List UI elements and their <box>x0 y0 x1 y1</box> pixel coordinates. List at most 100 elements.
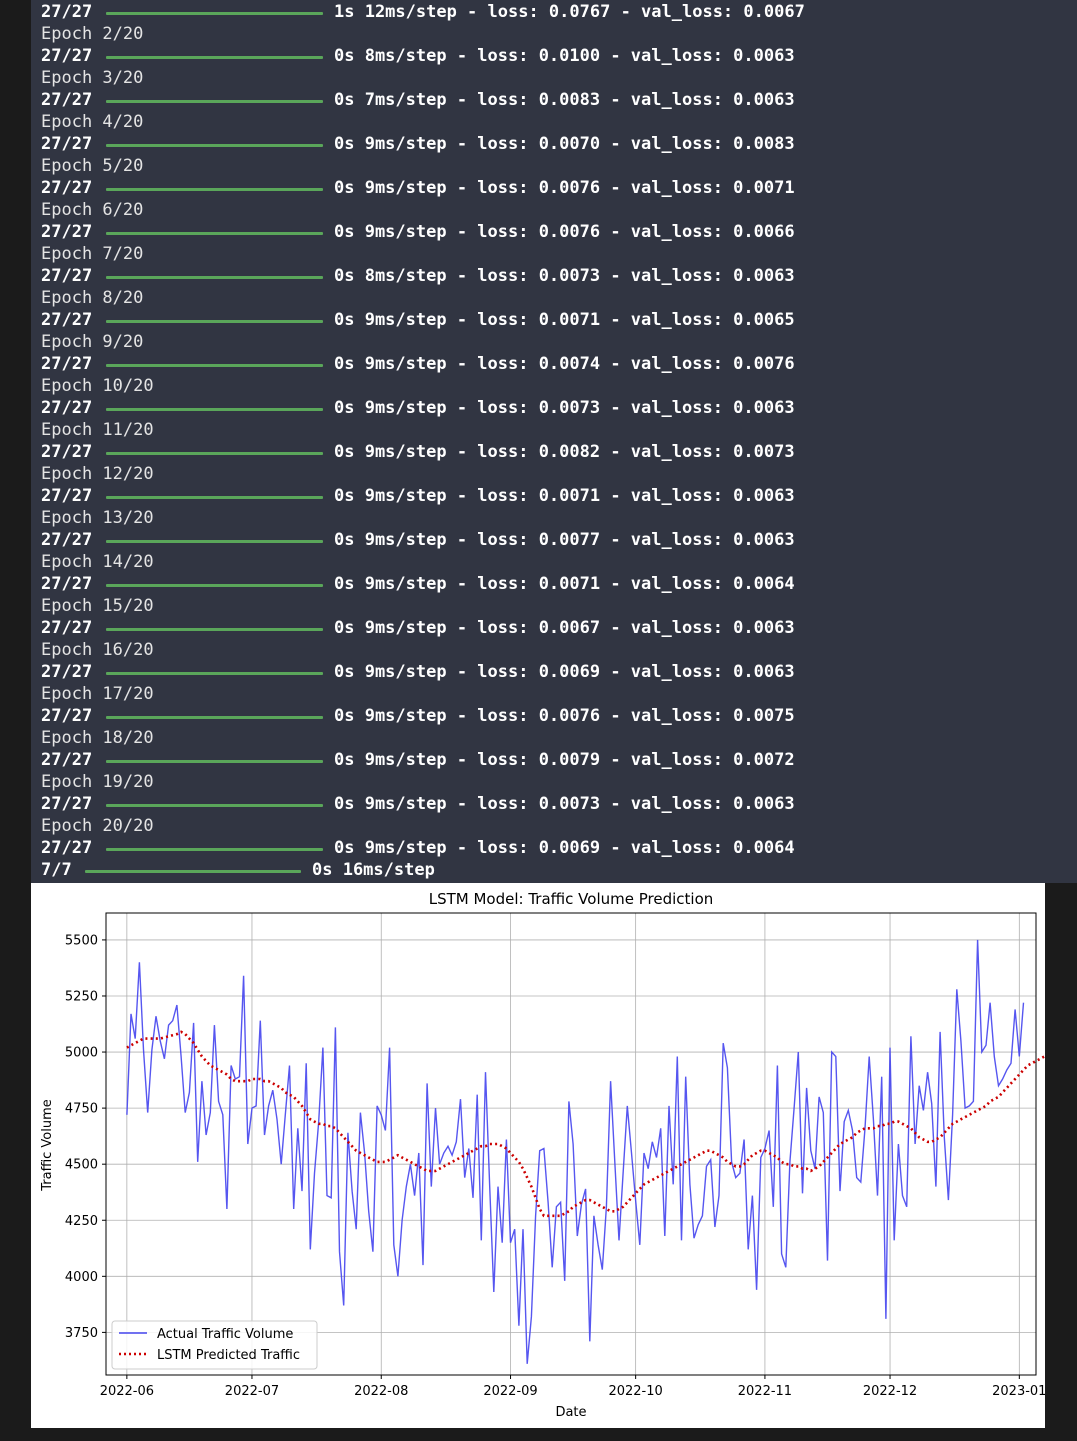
step-stats: 1s 12ms/step - loss: 0.0767 - val_loss: … <box>334 2 805 22</box>
step-count: 27/27 <box>41 838 93 858</box>
progress-bar <box>106 452 323 455</box>
epoch-header: Epoch 10/20 <box>41 376 154 396</box>
step-count: 27/27 <box>41 530 93 550</box>
progress-bar <box>85 870 301 873</box>
step-count: 27/27 <box>41 310 93 330</box>
step-stats: 0s 8ms/step - loss: 0.0073 - val_loss: 0… <box>334 266 795 286</box>
y-tick-label: 4500 <box>65 1158 98 1173</box>
epoch-header: Epoch 20/20 <box>41 816 154 836</box>
step-count: 27/27 <box>41 486 93 506</box>
bottom-margin <box>0 1428 1077 1441</box>
y-tick-label: 5000 <box>65 1046 98 1061</box>
epoch-header: Epoch 5/20 <box>41 156 144 176</box>
progress-bar <box>106 716 323 719</box>
right-margin <box>1045 883 1077 1441</box>
epoch-progress-line: 27/27 0s 9ms/step - loss: 0.0076 - val_lo… <box>41 705 1041 727</box>
epoch-progress-line: 27/27 0s 9ms/step - loss: 0.0077 - val_lo… <box>41 529 1041 551</box>
step-count: 7/7 <box>41 860 72 880</box>
chart-series <box>126 939 1054 1364</box>
y-tick-label: 4250 <box>65 1214 98 1229</box>
step-stats: 0s 9ms/step - loss: 0.0071 - val_loss: 0… <box>334 574 795 594</box>
epoch-header: Epoch 11/20 <box>41 420 154 440</box>
epoch-progress-line: 27/27 0s 9ms/step - loss: 0.0071 - val_lo… <box>41 309 1041 331</box>
progress-bar <box>106 628 323 631</box>
step-count: 27/27 <box>41 2 93 22</box>
epoch-progress-line: 27/27 0s 8ms/step - loss: 0.0100 - val_lo… <box>41 45 1041 67</box>
training-log-output: 27/27 1s 12ms/step - loss: 0.0767 - val_l… <box>31 0 1077 883</box>
epoch-progress-line: 27/27 1s 12ms/step - loss: 0.0767 - val_l… <box>41 1 1041 23</box>
y-tick-label: 4750 <box>65 1102 98 1117</box>
predict-progress-line: 7/7 0s 16ms/step <box>41 859 1041 881</box>
progress-bar <box>106 540 323 543</box>
step-stats: 0s 9ms/step - loss: 0.0076 - val_loss: 0… <box>334 706 795 726</box>
step-stats: 0s 9ms/step - loss: 0.0076 - val_loss: 0… <box>334 222 795 242</box>
x-tick-label: 2022-08 <box>354 1384 408 1399</box>
progress-bar <box>106 496 323 499</box>
step-stats: 0s 8ms/step - loss: 0.0100 - val_loss: 0… <box>334 46 795 66</box>
progress-bar <box>106 672 323 675</box>
epoch-progress-line: 27/27 0s 9ms/step - loss: 0.0076 - val_lo… <box>41 221 1041 243</box>
step-stats: 0s 9ms/step - loss: 0.0071 - val_loss: 0… <box>334 310 795 330</box>
progress-bar <box>106 56 323 59</box>
legend-predicted-label: LSTM Predicted Traffic <box>157 1348 300 1363</box>
step-count: 27/27 <box>41 46 93 66</box>
epoch-progress-line: 27/27 0s 8ms/step - loss: 0.0073 - val_lo… <box>41 265 1041 287</box>
progress-bar <box>106 760 323 763</box>
epoch-progress-line: 27/27 0s 9ms/step - loss: 0.0073 - val_lo… <box>41 793 1041 815</box>
epoch-progress-line: 27/27 0s 9ms/step - loss: 0.0074 - val_lo… <box>41 353 1041 375</box>
step-count: 27/27 <box>41 574 93 594</box>
epoch-header: Epoch 4/20 <box>41 112 144 132</box>
epoch-progress-line: 27/27 0s 9ms/step - loss: 0.0069 - val_lo… <box>41 661 1041 683</box>
y-axis-label: Traffic Volume <box>40 1099 55 1192</box>
legend-actual-label: Actual Traffic Volume <box>157 1327 293 1342</box>
step-count: 27/27 <box>41 750 93 770</box>
x-tick-label: 2023-01 <box>992 1384 1045 1399</box>
progress-bar <box>106 584 323 587</box>
step-stats: 0s 9ms/step - loss: 0.0070 - val_loss: 0… <box>334 134 795 154</box>
step-stats: 0s 9ms/step - loss: 0.0073 - val_loss: 0… <box>334 794 795 814</box>
epoch-header: Epoch 12/20 <box>41 464 154 484</box>
step-count: 27/27 <box>41 90 93 110</box>
step-count: 27/27 <box>41 222 93 242</box>
x-tick-label: 2022-12 <box>863 1384 917 1399</box>
y-axis-ticks: 3750 4000 4250 4500 4750 5000 5250 5500 <box>65 933 106 1341</box>
x-tick-label: 2022-11 <box>738 1384 792 1399</box>
plot-area-frame <box>105 912 1037 1376</box>
epoch-progress-line: 27/27 0s 9ms/step - loss: 0.0069 - val_lo… <box>41 837 1041 859</box>
epoch-header: Epoch 8/20 <box>41 288 144 308</box>
progress-bar <box>106 276 323 279</box>
chart-title: LSTM Model: Traffic Volume Prediction <box>429 890 714 908</box>
epoch-header: Epoch 2/20 <box>41 24 144 44</box>
progress-bar <box>106 232 323 235</box>
epoch-progress-line: 27/27 0s 7ms/step - loss: 0.0083 - val_lo… <box>41 89 1041 111</box>
epoch-header: Epoch 3/20 <box>41 68 144 88</box>
epoch-progress-line: 27/27 0s 9ms/step - loss: 0.0073 - val_lo… <box>41 397 1041 419</box>
epoch-header: Epoch 16/20 <box>41 640 154 660</box>
traffic-chart: 3750 4000 4250 4500 4750 5000 5250 5500 2022-06… <box>40 890 1054 1420</box>
x-tick-label: 2022-07 <box>225 1384 279 1399</box>
chart-figure: 3750 4000 4250 4500 4750 5000 5250 5500 2022-06… <box>31 883 1054 1428</box>
progress-bar <box>106 100 323 103</box>
progress-bar <box>106 848 323 851</box>
epoch-progress-line: 27/27 0s 9ms/step - loss: 0.0070 - val_lo… <box>41 133 1041 155</box>
epoch-progress-line: 27/27 0s 9ms/step - loss: 0.0076 - val_lo… <box>41 177 1041 199</box>
epoch-header: Epoch 18/20 <box>41 728 154 748</box>
progress-bar <box>106 804 323 807</box>
x-tick-label: 2022-09 <box>483 1384 537 1399</box>
epoch-header: Epoch 7/20 <box>41 244 144 264</box>
x-axis-ticks: 2022-06 2022-07 2022-08 2022-09 2022-10 2022-… <box>100 1375 1046 1399</box>
epoch-progress-line: 27/27 0s 9ms/step - loss: 0.0082 - val_lo… <box>41 441 1041 463</box>
progress-bar <box>106 12 323 15</box>
legend: Actual Traffic Volume LSTM Predicted Tra… <box>111 1320 318 1370</box>
left-gutter <box>0 0 31 883</box>
progress-bar <box>106 364 323 367</box>
epoch-progress-line: 27/27 0s 9ms/step - loss: 0.0079 - val_lo… <box>41 749 1041 771</box>
step-stats: 0s 9ms/step - loss: 0.0079 - val_loss: 0… <box>334 750 795 770</box>
epoch-progress-line: 27/27 0s 9ms/step - loss: 0.0071 - val_lo… <box>41 573 1041 595</box>
y-tick-label: 4000 <box>65 1270 98 1285</box>
step-count: 27/27 <box>41 618 93 638</box>
step-count: 27/27 <box>41 442 93 462</box>
epoch-progress-line: 27/27 0s 9ms/step - loss: 0.0067 - val_lo… <box>41 617 1041 639</box>
step-count: 27/27 <box>41 662 93 682</box>
epoch-header: Epoch 9/20 <box>41 332 144 352</box>
